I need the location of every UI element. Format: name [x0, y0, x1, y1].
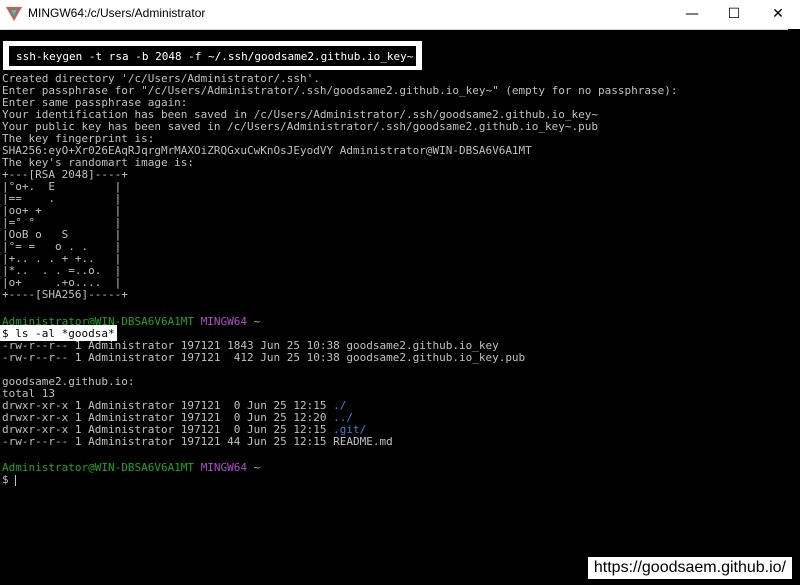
- prompt-env: MINGW64: [200, 461, 248, 474]
- prompt-path: ~: [253, 461, 261, 474]
- dir-row: -rw-r--r-- 1 Administrator 197121 44 Jun…: [2, 436, 393, 448]
- terminal-output[interactable]: Created directory '/c/Users/Administrato…: [2, 29, 788, 585]
- prompt-path: ~: [253, 315, 261, 328]
- file-row-attrs: -rw-r--r-- 1 Administrator 197121 44 Jun…: [2, 435, 334, 448]
- command-text: $ ls -al *goodsa*: [2, 327, 115, 340]
- prompt-env: MINGW64: [200, 315, 248, 328]
- command-box: ssh-keygen -t rsa -b 2048 -f ~/.ssh/good…: [9, 46, 416, 66]
- input-prompt: $: [2, 473, 16, 486]
- highlight-command-2: $ ls -al *goodsa*: [0, 325, 117, 341]
- minimize-button[interactable]: —: [670, 0, 714, 28]
- close-button[interactable]: ✕: [756, 0, 800, 28]
- maximize-icon: ☐: [727, 6, 741, 22]
- text-cursor: [15, 474, 17, 486]
- highlight-command-1: ssh-keygen -t rsa -b 2048 -f ~/.ssh/good…: [3, 41, 422, 70]
- window-title: MINGW64:/c/Users/Administrator: [28, 6, 206, 20]
- terminal-window: MINGW64:/c/Users/Administrator — ☐ ✕ Cre…: [0, 0, 800, 585]
- file-name: README.md: [333, 435, 393, 448]
- randomart-line: +----[SHA256]-----+: [2, 288, 128, 301]
- title-bar[interactable]: MINGW64:/c/Users/Administrator — ☐ ✕: [0, 0, 800, 30]
- watermark: https://goodsaem.github.io/: [587, 557, 792, 579]
- ls-output-line: -rw-r--r-- 1 Administrator 197121 412 Ju…: [2, 351, 526, 364]
- maximize-button[interactable]: ☐: [712, 0, 756, 28]
- close-icon: ✕: [772, 6, 784, 22]
- minimize-icon: —: [685, 6, 699, 22]
- git-bash-icon: [6, 7, 22, 21]
- prompt-line: Administrator@WIN-DBSA6V6A1MT MINGW64 ~: [2, 462, 260, 474]
- prompt-user: Administrator@WIN-DBSA6V6A1MT: [2, 461, 195, 474]
- input-line[interactable]: $: [2, 473, 17, 486]
- command-text: ssh-keygen -t rsa -b 2048 -f ~/.ssh/good…: [16, 50, 414, 63]
- scrollbar[interactable]: [788, 29, 800, 585]
